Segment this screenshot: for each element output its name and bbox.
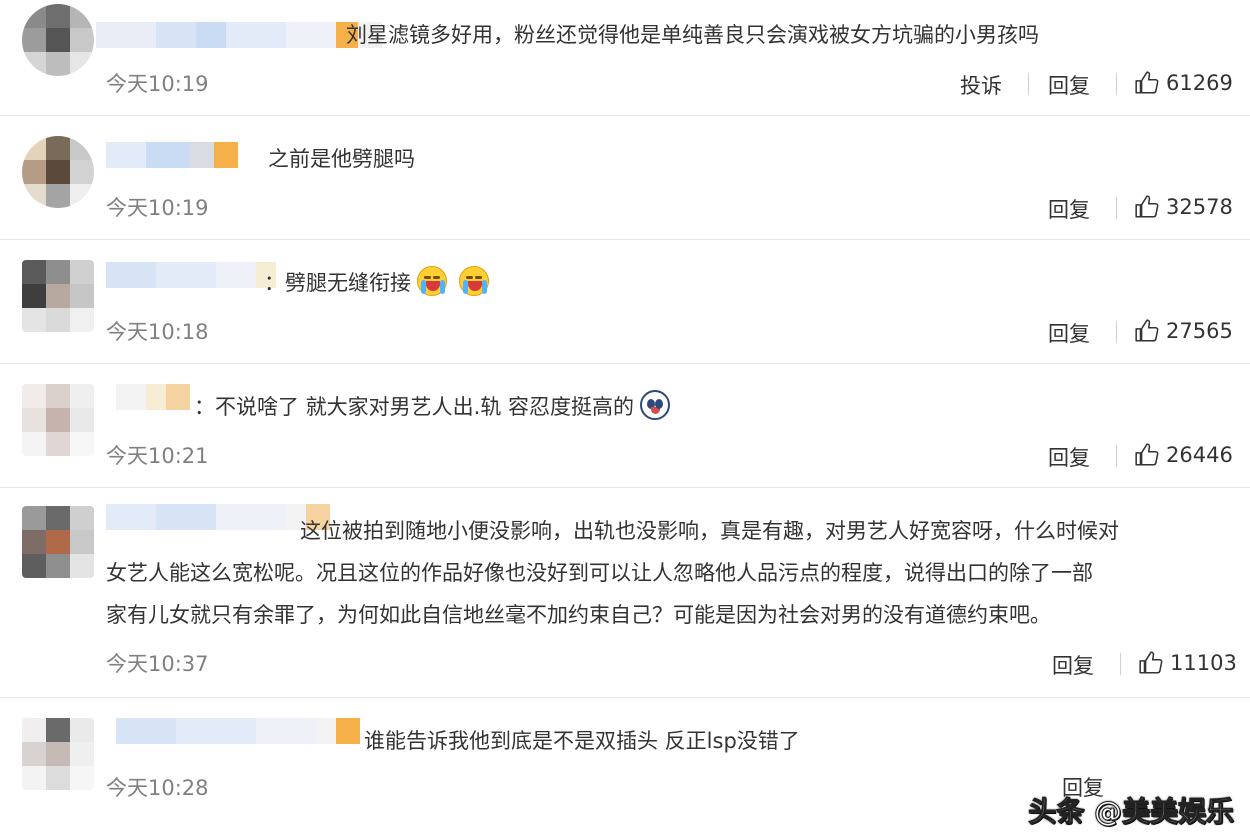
comment-item: 之前是他劈腿吗 今天10:19 回复 32578 — [0, 116, 1250, 240]
like-count: 11103 — [1170, 651, 1237, 675]
reply-button[interactable]: 回复 — [1052, 650, 1094, 680]
username-blurred[interactable] — [106, 504, 330, 530]
reply-button[interactable]: 回复 — [1048, 318, 1090, 348]
comment-text-line: 女艺人能这么宽松呢。况且这位的作品好像也没好到可以让人忽略他人品污点的程度，说得… — [106, 561, 1093, 585]
avatar[interactable] — [22, 4, 94, 76]
like-button[interactable]: 11103 — [1138, 650, 1237, 676]
comment-text: 之前是他劈腿吗 — [268, 147, 415, 171]
username-blurred[interactable] — [106, 142, 238, 168]
like-count: 27565 — [1166, 319, 1233, 343]
like-count: 32578 — [1166, 195, 1233, 219]
divider — [1116, 73, 1117, 95]
divider — [1028, 73, 1029, 95]
comment-text: 谁能告诉我他到底是不是双插头 反正lsp没错了 — [364, 729, 800, 753]
avatar[interactable] — [22, 506, 94, 578]
comment-time: 今天10:28 — [106, 776, 209, 800]
comment-text-content: ：不说啥了 就大家对男艺人出.轨 容忍度挺高的 — [194, 395, 635, 419]
comment-text-line: 家有儿女就只有余罪了，为何如此自信地丝毫不加约束自己？可能是因为社会对男的没有道… — [106, 603, 1051, 627]
username-blurred[interactable] — [96, 22, 382, 48]
username-blurred[interactable] — [106, 262, 276, 288]
like-button[interactable]: 27565 — [1134, 318, 1233, 344]
like-count: 61269 — [1166, 71, 1233, 95]
comment-item: ：劈腿无缝衔接 今天10:18 回复 27565 — [0, 240, 1250, 364]
comment-time: 今天10:18 — [106, 320, 209, 344]
username-blurred[interactable] — [116, 718, 360, 744]
thumbs-up-icon — [1139, 651, 1163, 674]
thumbs-up-icon — [1135, 443, 1159, 466]
comment-item: 这位被拍到随地小便没影响，出轨也没影响，真是有趣，对男艺人好宽容呀，什么时候对 … — [0, 488, 1250, 698]
comment-text: ：劈腿无缝衔接 — [264, 266, 495, 300]
comment-time: 今天10:19 — [106, 72, 209, 96]
username-blurred[interactable] — [116, 384, 190, 410]
comment-text-content: ：劈腿无缝衔接 — [264, 271, 411, 295]
reply-button[interactable]: 回复 — [1048, 70, 1090, 100]
divider — [1116, 197, 1117, 219]
like-button[interactable]: 32578 — [1134, 194, 1233, 220]
thumbs-up-icon — [1135, 319, 1159, 342]
thumbs-up-icon — [1135, 71, 1159, 94]
reply-button[interactable]: 回复 — [1048, 442, 1090, 472]
comment-text: ：不说啥了 就大家对男艺人出.轨 容忍度挺高的 — [194, 390, 676, 424]
watermark: 头条 @美美娱乐 — [1028, 795, 1235, 829]
divider — [1116, 321, 1117, 343]
avatar[interactable] — [22, 260, 94, 332]
like-button[interactable]: 26446 — [1134, 442, 1233, 468]
divider — [1116, 445, 1117, 467]
comment-text-line: 这位被拍到随地小便没影响，出轨也没影响，真是有趣，对男艺人好宽容呀，什么时候对 — [300, 519, 1119, 543]
comment-item: 刘星滤镜多好用，粉丝还觉得他是单纯善良只会演戏被女方坑骗的小男孩吗 今天10:1… — [0, 0, 1250, 116]
avatar[interactable] — [22, 718, 94, 790]
reply-button[interactable]: 回复 — [1048, 194, 1090, 224]
crying-face-emoji — [417, 266, 447, 296]
divider — [1120, 653, 1121, 675]
thumbs-up-icon — [1135, 195, 1159, 218]
comment-item: ：不说啥了 就大家对男艺人出.轨 容忍度挺高的 今天10:21 回复 26446 — [0, 364, 1250, 488]
like-count: 26446 — [1166, 443, 1233, 467]
comment-time: 今天10:37 — [106, 652, 209, 676]
crying-face-emoji — [459, 266, 489, 296]
avatar[interactable] — [22, 136, 94, 208]
comment-time: 今天10:21 — [106, 444, 209, 468]
report-button[interactable]: 投诉 — [960, 70, 1002, 100]
panda-face-emoji — [640, 390, 671, 420]
comment-text: 刘星滤镜多好用，粉丝还觉得他是单纯善良只会演戏被女方坑骗的小男孩吗 — [346, 23, 1039, 47]
avatar[interactable] — [22, 384, 94, 456]
like-button[interactable]: 61269 — [1134, 70, 1233, 96]
comment-time: 今天10:19 — [106, 196, 209, 220]
